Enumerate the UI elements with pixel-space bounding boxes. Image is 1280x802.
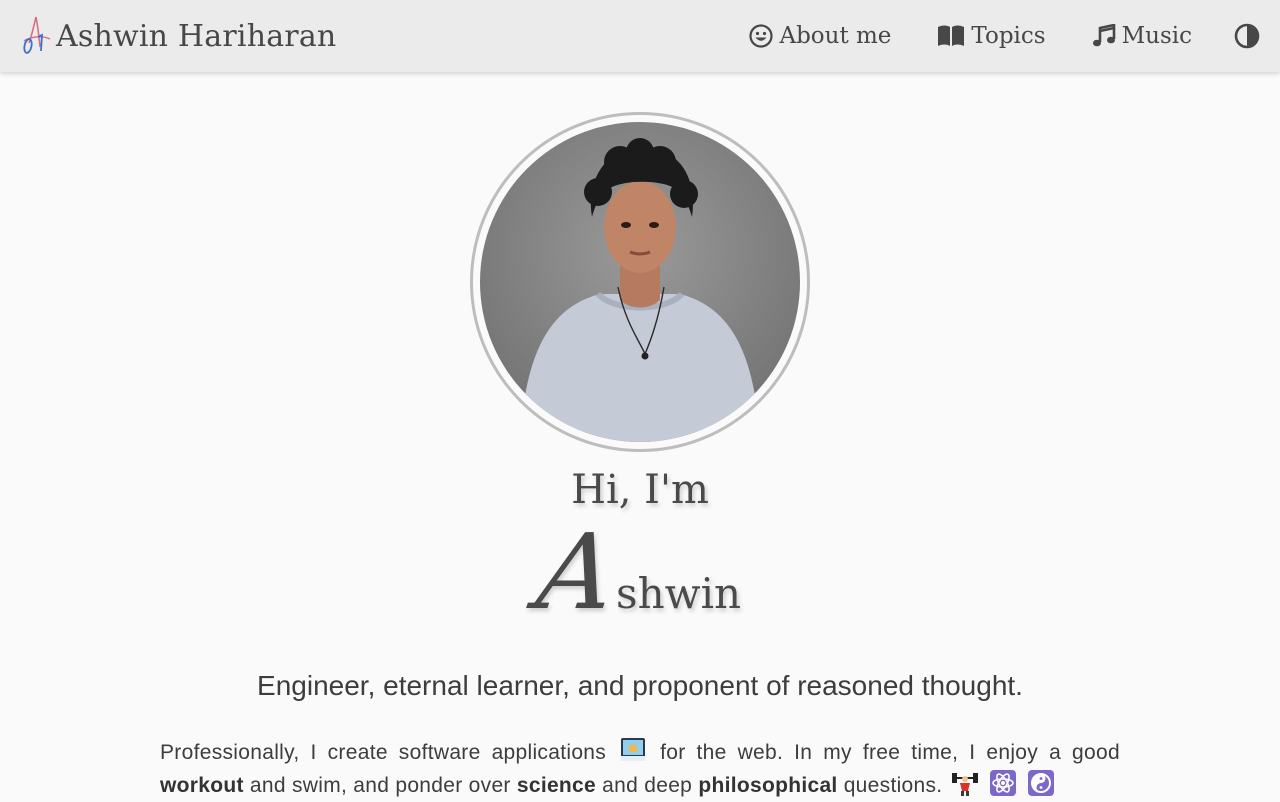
profile-photo-frame xyxy=(470,112,810,452)
hero-name-initial: A xyxy=(530,511,623,633)
laptop-emoji xyxy=(621,738,646,761)
bio-paragraph: Professionally, I create software applic… xyxy=(160,736,1120,802)
nav-about-me-label: About me xyxy=(779,23,892,49)
nav-topics[interactable]: Topics xyxy=(937,23,1046,49)
bio-text: for the web. In my free time, I enjoy a … xyxy=(660,741,1120,764)
nav-topics-label: Topics xyxy=(971,23,1046,49)
home-link[interactable]: Ashwin Hariharan xyxy=(20,15,336,57)
weightlifter-emoji xyxy=(951,773,978,796)
atom-emoji xyxy=(989,770,1016,796)
bio-keyword-philosophical: philosophical xyxy=(698,774,838,797)
nav-links: About me Topics Music xyxy=(749,23,1260,49)
yin-yang-emoji xyxy=(1027,770,1054,796)
bio-keyword-science: science xyxy=(516,774,597,797)
top-navbar: Ashwin Hariharan About me Topics Music xyxy=(0,0,1280,72)
logo-icon xyxy=(23,16,51,54)
hero-tagline: Engineer, eternal learner, and proponent… xyxy=(257,670,1023,701)
nav-music-label: Music xyxy=(1121,23,1192,49)
bio-text: questions. xyxy=(843,774,943,797)
profile-photo xyxy=(480,122,800,442)
nav-music[interactable]: Music xyxy=(1092,23,1192,49)
site-brand-name: Ashwin Hariharan xyxy=(56,18,337,54)
bio-keyword-workout: workout xyxy=(160,774,244,797)
hero-name: A shwin xyxy=(0,511,1280,633)
hero-greeting: Hi, I'm xyxy=(571,467,709,513)
book-open-icon xyxy=(938,25,965,46)
nav-about-me[interactable]: About me xyxy=(749,23,891,49)
smile-icon xyxy=(749,24,774,48)
hero-name-rest: shwin xyxy=(616,569,742,618)
contrast-icon xyxy=(1234,23,1260,49)
bio-text: Professionally, I create software applic… xyxy=(160,741,607,764)
bio-text: and deep xyxy=(602,774,693,797)
bio-text: and swim, and ponder over xyxy=(249,774,511,797)
music-note-icon xyxy=(1092,24,1115,47)
theme-toggle-button[interactable] xyxy=(1234,23,1260,49)
